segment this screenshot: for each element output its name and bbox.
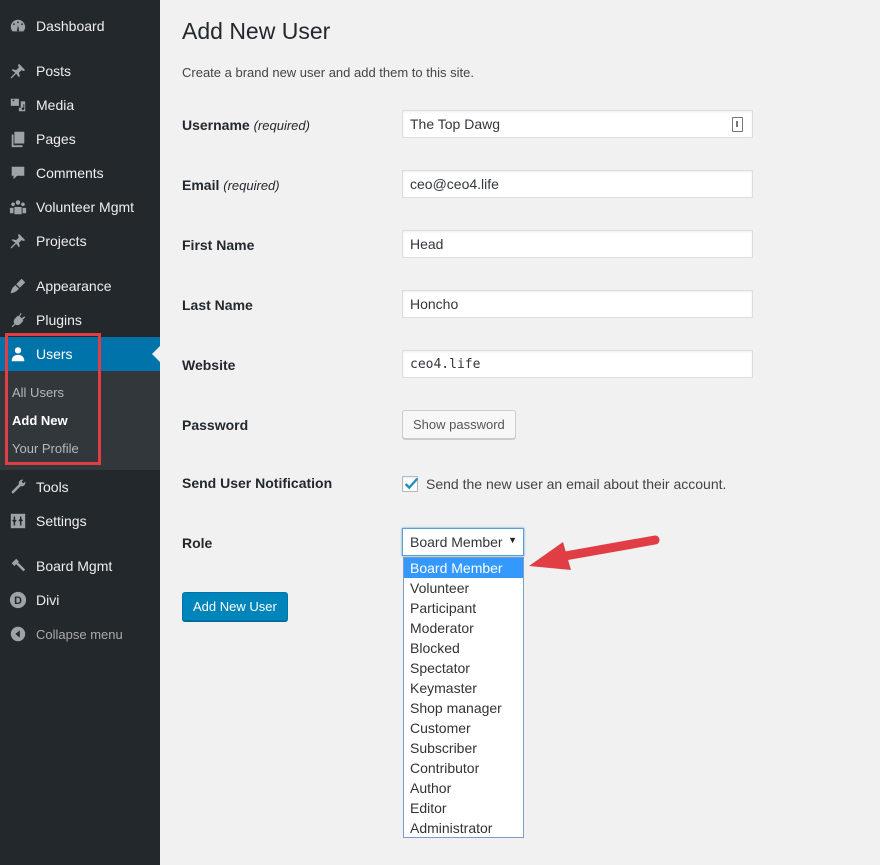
role-label: Role (182, 535, 213, 551)
pin-icon (0, 62, 36, 80)
sidebar-item-posts[interactable]: Posts (0, 54, 160, 88)
password-label: Password (182, 417, 249, 433)
first-name-input[interactable]: Head (402, 230, 753, 258)
username-label: Username (required) (182, 117, 310, 133)
role-option[interactable]: Customer (404, 718, 523, 738)
sidebar-item-label: Volunteer Mgmt (36, 199, 135, 215)
role-select[interactable]: Board Member ▼ (402, 528, 524, 556)
sidebar-item-label: Pages (36, 131, 76, 147)
email-input[interactable]: ceo@ceo4.life (402, 170, 753, 198)
send-notification-label: Send User Notification (182, 475, 333, 491)
sidebar-item-comments[interactable]: Comments (0, 156, 160, 190)
sidebar-item-label: Media (36, 97, 75, 113)
plug-icon (0, 311, 36, 329)
dashboard-icon (0, 17, 36, 35)
password-manager-icon[interactable] (732, 117, 743, 132)
send-notification-checkbox[interactable] (402, 476, 419, 492)
gavel-icon (0, 557, 36, 575)
pages-icon (0, 130, 36, 148)
role-option[interactable]: Spectator (404, 658, 523, 678)
last-name-label: Last Name (182, 297, 253, 313)
admin-sidebar: Dashboard Posts Media Pages Comments Vol… (0, 0, 160, 865)
role-option[interactable]: Subscriber (404, 738, 523, 758)
role-option[interactable]: Administrator (404, 818, 523, 838)
sidebar-item-label: Appearance (36, 278, 112, 294)
annotation-highlight-box (5, 333, 101, 465)
sidebar-item-appearance[interactable]: Appearance (0, 269, 160, 303)
role-option[interactable]: Participant (404, 598, 523, 618)
sidebar-item-label: Settings (36, 513, 87, 529)
role-option[interactable]: Keymaster (404, 678, 523, 698)
role-option[interactable]: Volunteer (404, 578, 523, 598)
send-notification-text: Send the new user an email about their a… (426, 476, 727, 492)
checkmark-icon (404, 477, 419, 490)
sidebar-item-board-mgmt[interactable]: Board Mgmt (0, 549, 160, 583)
svg-text:D: D (14, 595, 22, 607)
role-option[interactable]: Board Member (404, 558, 523, 578)
brush-icon (0, 277, 36, 295)
comment-icon (0, 164, 36, 182)
sidebar-item-label: Board Mgmt (36, 558, 113, 574)
sidebar-item-label: Plugins (36, 312, 82, 328)
sidebar-item-pages[interactable]: Pages (0, 122, 160, 156)
sidebar-item-label: Dashboard (36, 18, 105, 34)
role-option[interactable]: Blocked (404, 638, 523, 658)
add-new-user-button[interactable]: Add New User (182, 592, 288, 621)
role-option[interactable]: Shop manager (404, 698, 523, 718)
sidebar-item-label: Tools (36, 479, 69, 495)
page-title: Add New User (182, 18, 331, 44)
username-input[interactable]: The Top Dawg (402, 110, 753, 138)
sidebar-item-plugins[interactable]: Plugins (0, 303, 160, 337)
sidebar-item-label: Projects (36, 233, 87, 249)
sidebar-item-projects[interactable]: Projects (0, 224, 160, 258)
sidebar-item-label: Divi (36, 592, 60, 608)
pin-icon (0, 232, 36, 250)
email-label: Email (required) (182, 177, 280, 193)
sidebar-item-divi[interactable]: D Divi (0, 583, 160, 617)
collapse-icon (0, 625, 36, 643)
sidebar-item-tools[interactable]: Tools (0, 470, 160, 504)
media-icon (0, 96, 36, 114)
role-option[interactable]: Editor (404, 798, 523, 818)
sidebar-item-settings[interactable]: Settings (0, 504, 160, 538)
wrench-icon (0, 478, 36, 496)
sidebar-item-label: Collapse menu (36, 626, 123, 642)
page-description: Create a brand new user and add them to … (182, 65, 474, 80)
sidebar-item-volunteer-mgmt[interactable]: Volunteer Mgmt (0, 190, 160, 224)
role-option[interactable]: Author (404, 778, 523, 798)
sliders-icon (0, 512, 36, 530)
sidebar-item-media[interactable]: Media (0, 88, 160, 122)
website-label: Website (182, 357, 236, 373)
dropdown-caret-icon: ▼ (508, 535, 517, 545)
show-password-button[interactable]: Show password (402, 410, 516, 439)
sidebar-item-label: Comments (36, 165, 104, 181)
divi-icon: D (0, 591, 36, 609)
sidebar-item-dashboard[interactable]: Dashboard (0, 9, 160, 43)
first-name-label: First Name (182, 237, 255, 253)
last-name-input[interactable]: Honcho (402, 290, 753, 318)
role-dropdown-list: Board Member Volunteer Participant Moder… (403, 557, 524, 838)
group-icon (0, 198, 36, 216)
sidebar-item-label: Posts (36, 63, 72, 79)
role-option[interactable]: Contributor (404, 758, 523, 778)
annotation-arrow-icon (529, 535, 660, 570)
collapse-menu-button[interactable]: Collapse menu (0, 617, 160, 651)
role-option[interactable]: Moderator (404, 618, 523, 638)
website-input[interactable]: ceo4.life (402, 350, 753, 378)
